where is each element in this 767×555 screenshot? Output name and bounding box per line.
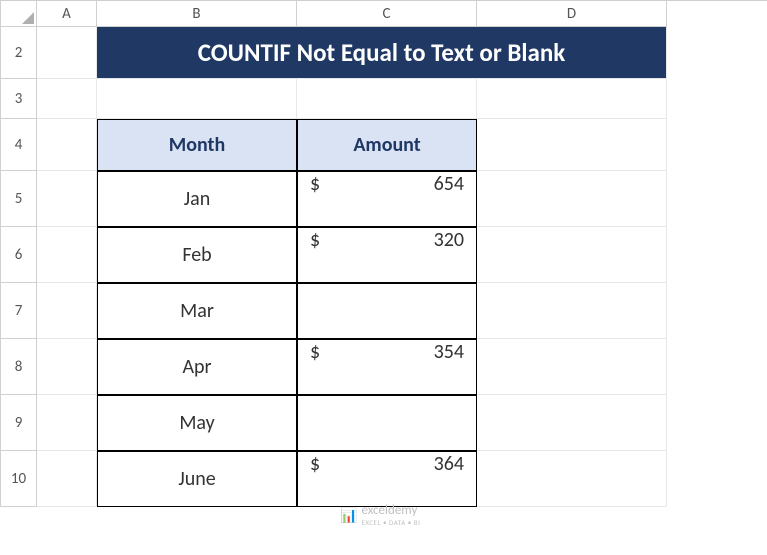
table-row[interactable]: Mar (97, 283, 297, 339)
cell-b3[interactable] (97, 79, 297, 119)
page-title[interactable]: COUNTIF Not Equal to Text or Blank (97, 27, 667, 79)
row-header-3[interactable]: 3 (1, 79, 37, 119)
amount-value: 364 (434, 452, 464, 506)
table-row[interactable]: $ 320 (297, 227, 477, 283)
table-header-month[interactable]: Month (97, 119, 297, 171)
col-header-d[interactable]: D (477, 1, 667, 27)
table-row[interactable]: Jan (97, 171, 297, 227)
row-header-9[interactable]: 9 (1, 395, 37, 451)
chart-icon: 📊 (340, 507, 357, 524)
table-header-amount[interactable]: Amount (297, 119, 477, 171)
watermark-tagline: EXCEL • DATA • BI (361, 518, 420, 527)
row-header-5[interactable]: 5 (1, 171, 37, 227)
cell-d8[interactable] (477, 339, 667, 395)
cell-a4[interactable] (37, 119, 97, 171)
table-row[interactable]: June (97, 451, 297, 507)
cell-a5[interactable] (37, 171, 97, 227)
cell-a3[interactable] (37, 79, 97, 119)
currency-symbol: $ (310, 172, 320, 226)
table-row[interactable]: $ 654 (297, 171, 477, 227)
row-header-2[interactable]: 2 (1, 27, 37, 79)
amount-value: 654 (434, 172, 464, 226)
corner-select-all[interactable] (1, 1, 37, 27)
cell-a6[interactable] (37, 227, 97, 283)
row-header-8[interactable]: 8 (1, 339, 37, 395)
col-header-c[interactable]: C (297, 1, 477, 27)
table-row[interactable] (297, 395, 477, 451)
table-row[interactable]: $ 354 (297, 339, 477, 395)
cell-a9[interactable] (37, 395, 97, 451)
row-header-7[interactable]: 7 (1, 283, 37, 339)
cell-a2[interactable] (37, 27, 97, 79)
table-row[interactable]: Feb (97, 227, 297, 283)
cell-a7[interactable] (37, 283, 97, 339)
row-header-4[interactable]: 4 (1, 119, 37, 171)
cell-d9[interactable] (477, 395, 667, 451)
table-row[interactable]: Apr (97, 339, 297, 395)
cell-d3[interactable] (477, 79, 667, 119)
cell-d7[interactable] (477, 283, 667, 339)
cell-d4[interactable] (477, 119, 667, 171)
cell-d10[interactable] (477, 451, 667, 507)
currency-symbol: $ (310, 340, 320, 394)
currency-symbol: $ (310, 228, 320, 282)
col-header-b[interactable]: B (97, 1, 297, 27)
amount-value: 320 (434, 228, 464, 282)
currency-symbol: $ (310, 452, 320, 506)
cell-d6[interactable] (477, 227, 667, 283)
table-row[interactable]: May (97, 395, 297, 451)
table-row[interactable] (297, 283, 477, 339)
col-header-a[interactable]: A (37, 1, 97, 27)
cell-c3[interactable] (297, 79, 477, 119)
row-header-10[interactable]: 10 (1, 451, 37, 507)
cell-a10[interactable] (37, 451, 97, 507)
row-header-6[interactable]: 6 (1, 227, 37, 283)
cell-d5[interactable] (477, 171, 667, 227)
cell-a8[interactable] (37, 339, 97, 395)
spreadsheet-grid: A B C D 2 COUNTIF Not Equal to Text or B… (0, 0, 767, 507)
table-row[interactable]: $ 364 (297, 451, 477, 507)
amount-value: 354 (434, 340, 464, 394)
